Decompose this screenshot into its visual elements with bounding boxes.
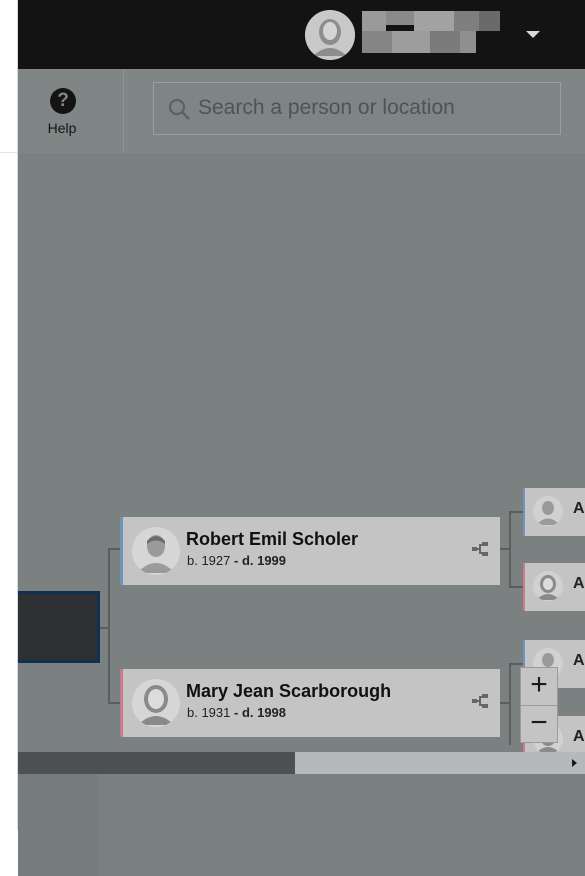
family-tree-icon[interactable]: [472, 542, 488, 556]
zoom-controls: + −: [520, 667, 558, 743]
blurred-region: [18, 774, 98, 876]
help-button[interactable]: ? Help: [18, 69, 124, 153]
connector-line: [108, 548, 110, 703]
person-name: Mary Jean Scarborough: [186, 681, 392, 701]
ancestor-name: A: [573, 500, 585, 517]
toolbar: ? Help: [18, 69, 585, 153]
family-tree-icon[interactable]: [472, 694, 488, 708]
connector-line: [108, 548, 120, 550]
side-panel-footer: [0, 830, 18, 876]
connector-line: [509, 511, 511, 587]
horizontal-scrollbar[interactable]: [18, 752, 585, 774]
person-dates: b. 1931 - d. 1998: [187, 705, 287, 720]
ancestor-card[interactable]: A: [523, 488, 585, 536]
female-avatar-icon: [533, 571, 563, 601]
search-input[interactable]: [198, 93, 548, 123]
male-avatar-icon: [533, 496, 563, 526]
username-pixelated[interactable]: [362, 11, 500, 53]
person-card-mother[interactable]: Mary Jean Scarborough b. 1931 - d. 1998: [120, 669, 500, 737]
side-panel: [0, 0, 18, 830]
search-icon: [168, 98, 190, 120]
connector-line: [509, 586, 523, 588]
person-name: Robert Emil Scholer: [186, 529, 359, 549]
chevron-down-icon[interactable]: [526, 31, 540, 38]
scrollbar-thumb[interactable]: [18, 752, 295, 774]
connector-line: [500, 702, 509, 704]
user-avatar-icon: [305, 10, 355, 60]
side-panel-divider: [0, 152, 18, 153]
lower-canvas-area: [18, 774, 585, 876]
help-icon: ?: [50, 88, 76, 114]
ancestor-card[interactable]: A: [523, 563, 585, 611]
ancestor-name: A: [573, 575, 585, 592]
top-bar: [18, 0, 585, 69]
connector-line: [500, 548, 509, 550]
user-avatar[interactable]: [305, 10, 355, 60]
connector-line: [100, 627, 108, 629]
connector-line: [509, 663, 523, 665]
connector-line: [509, 511, 523, 513]
connector-line: [108, 702, 120, 704]
zoom-out-button[interactable]: −: [521, 705, 557, 742]
zoom-in-button[interactable]: +: [521, 668, 557, 705]
ancestor-name: A: [573, 652, 585, 669]
root-person-card[interactable]: [18, 591, 100, 663]
ancestor-name: A: [573, 728, 585, 745]
male-avatar-icon: [132, 527, 180, 575]
scroll-right-arrow-icon[interactable]: [572, 759, 577, 767]
tree-canvas[interactable]: Robert Emil Scholer b. 1927 - d. 1999 Ma…: [18, 153, 585, 876]
search-box[interactable]: [153, 82, 561, 135]
person-dates: b. 1927 - d. 1999: [187, 553, 287, 568]
help-label: Help: [47, 120, 77, 136]
female-avatar-icon: [132, 679, 180, 727]
connector-line: [509, 663, 511, 745]
person-card-father[interactable]: Robert Emil Scholer b. 1927 - d. 1999: [120, 517, 500, 585]
